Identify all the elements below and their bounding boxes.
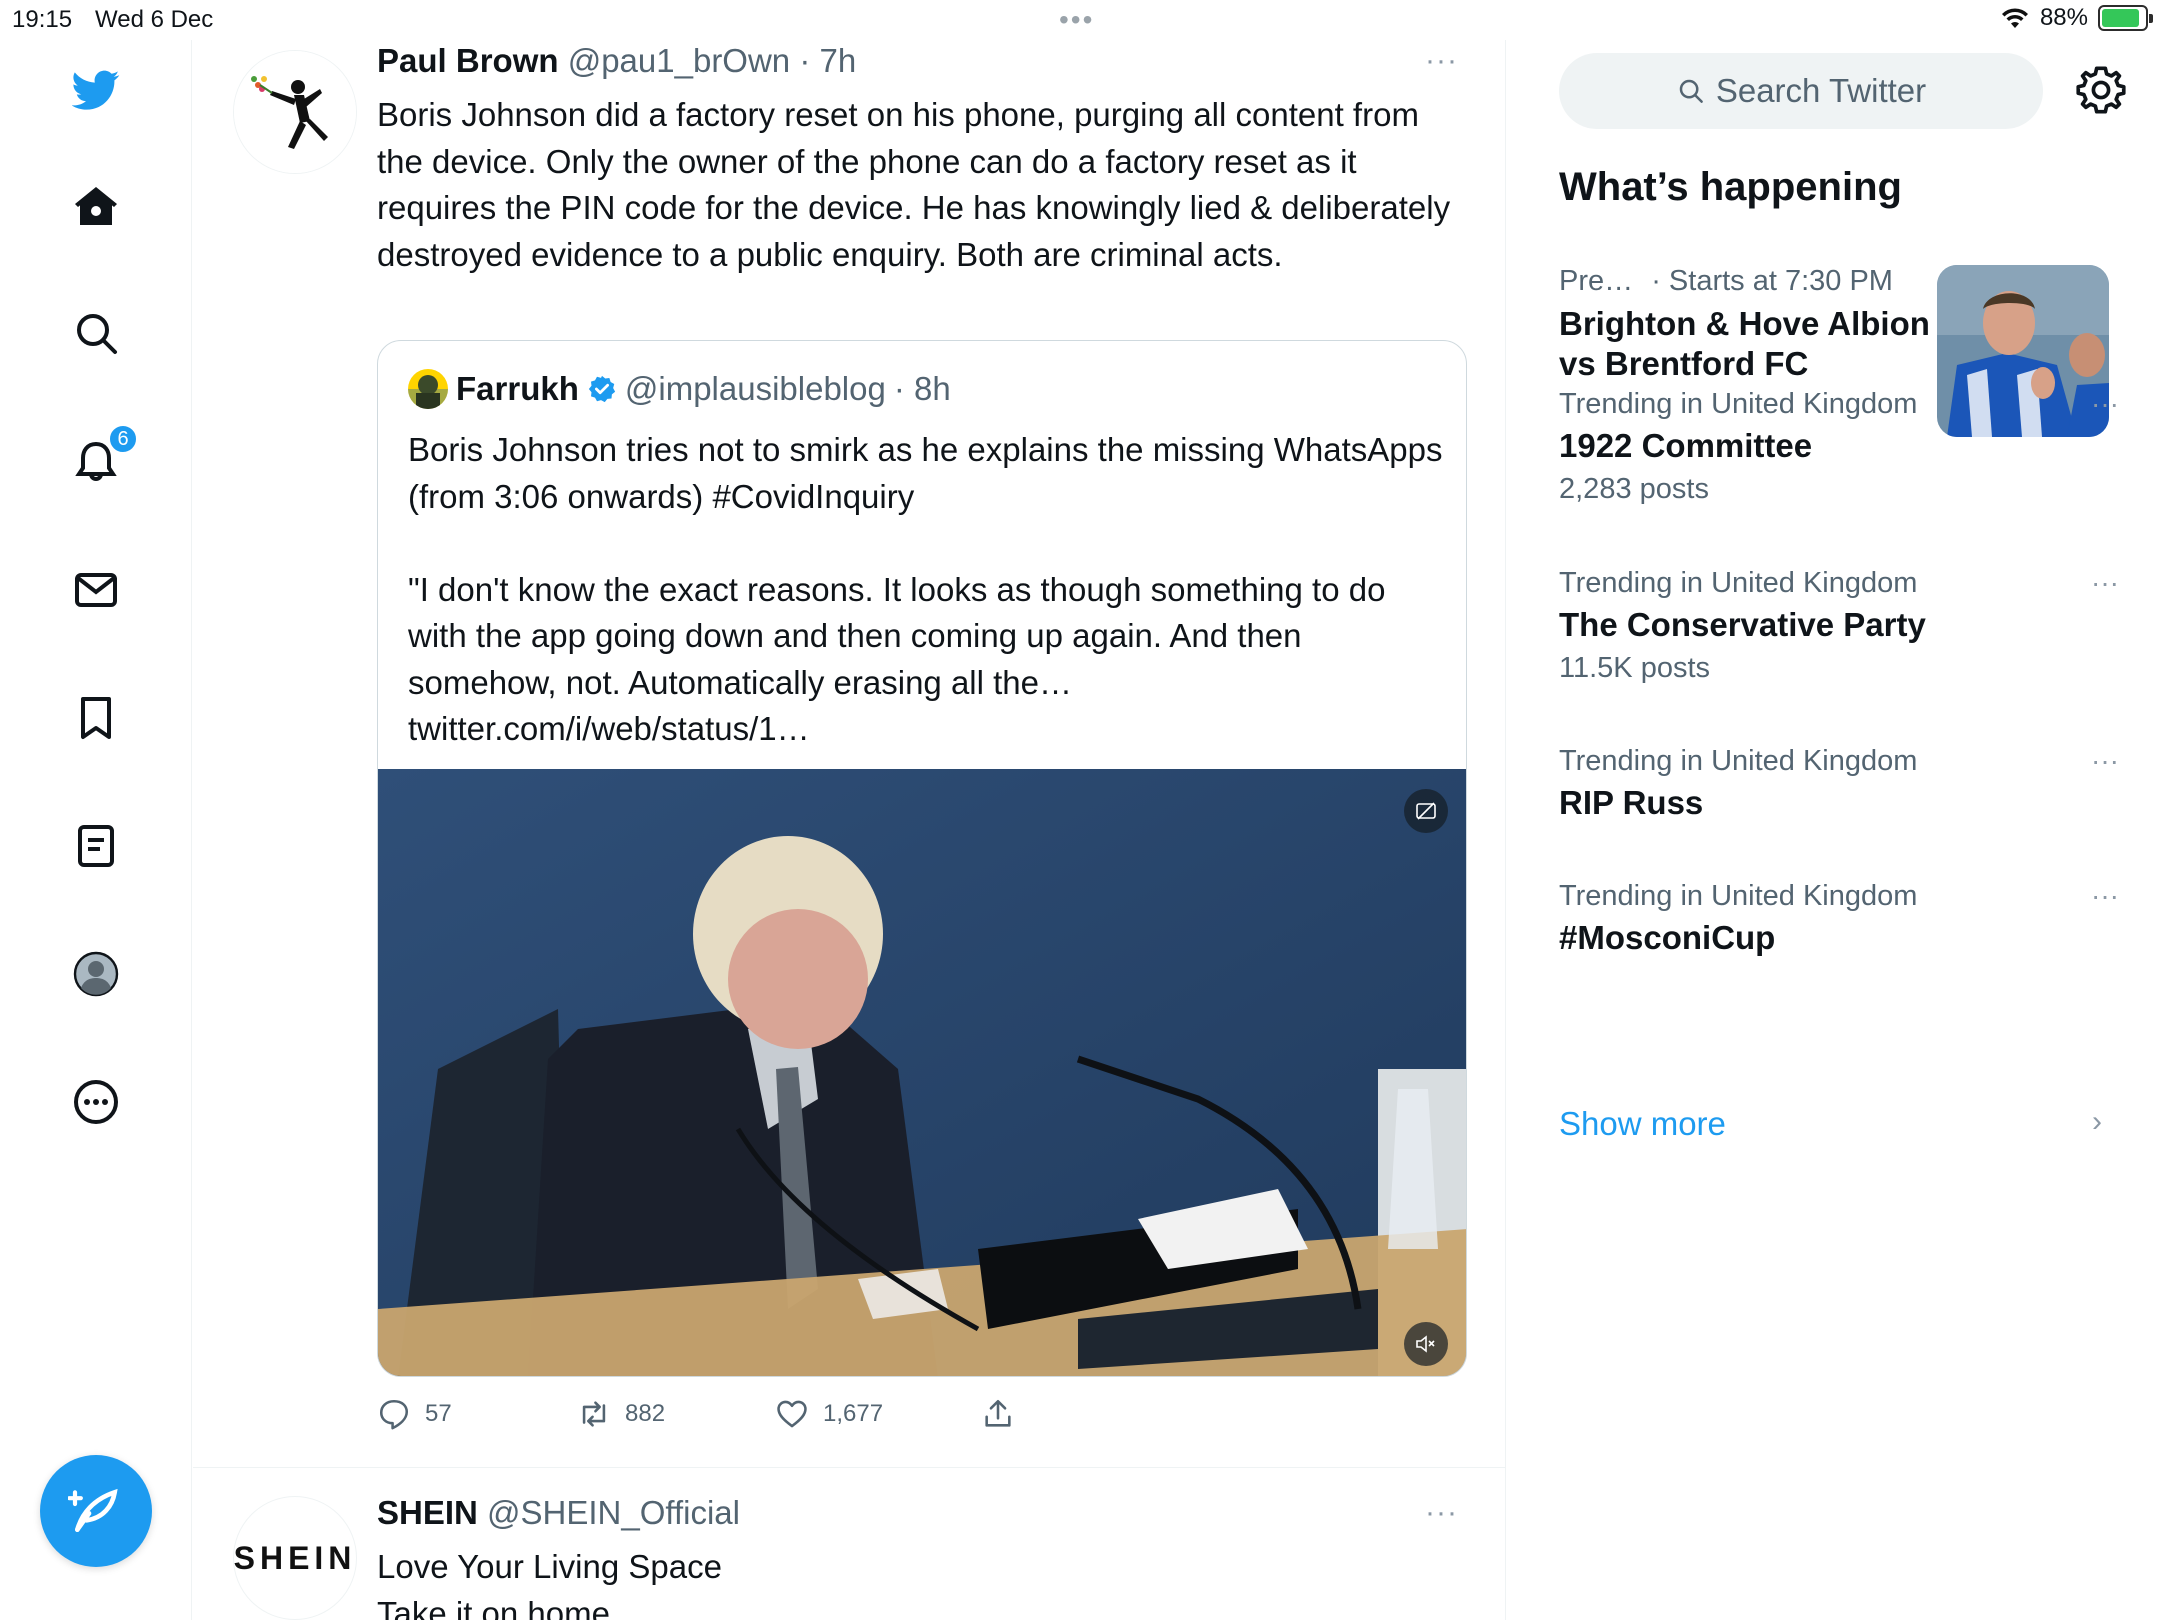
settings-gear-icon[interactable] [2075,64,2127,116]
search-icon[interactable] [66,303,126,363]
video-frame-image [378,769,1466,1376]
tweet-avatar[interactable] [233,50,357,174]
search-placeholder: Search Twitter [1715,72,1927,109]
heart-icon [777,1400,807,1428]
trend-item[interactable]: Trending in United Kingdom The Conservat… [1559,567,2119,685]
shein-logo: SHEIN [233,1539,357,1576]
trend-meta: Trending in United Kingdom [1559,567,1918,599]
show-more-link[interactable]: Show more [1559,1105,1726,1143]
like-count: 1,677 [823,1400,884,1427]
trend-title: 1922 Committee [1559,427,1813,464]
quote-avatar[interactable] [408,369,448,409]
trend-meta: Pre… · Starts at 7:30 PM [1559,265,1939,298]
retweet-icon [582,1401,606,1427]
left-nav: 6 [0,40,192,1620]
trend-more-button[interactable]: ··· [2091,880,2119,912]
tweet-more-button[interactable]: ··· [1425,1496,1458,1530]
author-handle[interactable]: @pau1_brOwn [568,42,790,79]
messages-icon[interactable] [66,560,126,620]
quote-author-handle[interactable]: @implausibleblog [625,370,886,408]
compose-feather-icon [68,1488,118,1532]
trend-item[interactable]: Pre… · Starts at 7:30 PM Brighton & Hove… [1559,265,1939,384]
tweet-header: Paul Brown @pau1_brOwn · 7h [377,42,856,80]
trend-start-time: · Starts at 7:30 PM [1651,265,1893,297]
wifi-icon [2001,8,2028,28]
compose-tweet-button[interactable] [40,1455,152,1567]
reply-icon [379,1399,409,1430]
trend-meta: Trending in United Kingdom [1559,880,1918,912]
notifications-badge: 6 [108,424,138,454]
timeline: Paul Brown @pau1_brOwn · 7h ··· Boris Jo… [193,40,1506,1620]
retweet-count: 882 [625,1400,666,1427]
status-bar: 19:15 Wed 6 Dec ••• 88% [0,0,2160,40]
status-date: Wed 6 Dec [95,6,214,33]
tweet-text: Love Your Living Space Take it on home [377,1548,722,1620]
tweet-more-button[interactable]: ··· [1425,44,1458,78]
search-input[interactable]: Search Twitter [1559,53,2043,129]
right-sidebar: Search Twitter What’s happening Pre… · S… [1507,40,2160,1620]
tweet-text: Boris Johnson did a factory reset on his… [377,96,1451,273]
tweet-header: SHEIN @SHEIN_Official [377,1494,740,1532]
trend-title: Brighton & Hove Albion vs Brentford FC [1559,305,1930,382]
tweet-actions: 57 882 1,677 [377,1397,1077,1437]
notifications-icon[interactable]: 6 [66,424,138,492]
quote-video[interactable] [378,769,1466,1376]
home-icon[interactable] [66,177,126,237]
trend-item[interactable]: Trending in United Kingdom 1922 Committe… [1559,388,2119,506]
search-icon [1679,79,1703,103]
no-captions-icon [1416,802,1436,820]
verified-badge-icon [588,375,615,403]
trend-title: The Conservative Party [1559,606,1926,643]
video-settings-button[interactable] [1404,789,1448,833]
chevron-right-icon[interactable]: › [2092,1105,2102,1139]
trend-meta: Trending in United Kingdom [1559,745,1918,777]
twitter-logo-icon[interactable] [66,60,126,120]
share-button[interactable] [981,1397,1015,1431]
quoted-tweet[interactable]: Farrukh @implausibleblog · 8h Boris John… [377,340,1467,1377]
author-name[interactable]: SHEIN [377,1494,478,1531]
quote-time[interactable]: · 8h [894,370,951,408]
lists-icon[interactable] [66,816,126,876]
flower-thrower-avatar-image [234,51,356,173]
status-right: 88% [2000,4,2153,32]
trend-post-count: 2,283 posts [1559,473,1709,505]
mute-icon [1416,1335,1435,1353]
more-icon[interactable] [66,1072,126,1132]
status-time: 19:15 [12,6,73,33]
bookmarks-icon[interactable] [66,688,126,748]
trend-item[interactable]: Trending in United Kingdom #MosconiCup ·… [1559,880,2119,957]
trend-item[interactable]: Trending in United Kingdom RIP Russ ··· [1559,745,2119,822]
author-handle[interactable]: @SHEIN_Official [487,1494,740,1531]
battery-percent: 88% [2039,4,2088,31]
trend-more-button[interactable]: ··· [2091,388,2119,420]
profile-avatar-icon[interactable] [66,944,126,1004]
trend-post-count: 11.5K posts [1559,652,1711,684]
quote-text: Boris Johnson tries not to smirk as he e… [408,431,1443,747]
trend-more-button[interactable]: ··· [2091,567,2119,599]
trend-category: Pre… [1559,265,1634,297]
tweet[interactable]: SHEIN SHEIN @SHEIN_Official ··· Love You… [193,1468,1506,1620]
reply-button[interactable]: 57 [377,1397,452,1431]
like-button[interactable]: 1,677 [775,1397,883,1431]
trend-title: RIP Russ [1559,784,1704,821]
trend-more-button[interactable]: ··· [2091,745,2119,777]
tweet-time[interactable]: · 7h [799,42,856,79]
quote-header: Farrukh @implausibleblog · 8h [408,369,951,409]
battery-icon [2098,5,2153,31]
multitasking-dots[interactable]: ••• [1059,4,1094,36]
retweet-button[interactable]: 882 [577,1397,665,1431]
tweet-avatar[interactable]: SHEIN [233,1496,357,1620]
quote-author-name[interactable]: Farrukh [456,370,579,408]
reply-count: 57 [425,1400,452,1427]
share-icon [985,1399,1011,1427]
trend-meta: Trending in United Kingdom [1559,388,1918,420]
trend-title: #MosconiCup [1559,919,1776,956]
author-name[interactable]: Paul Brown [377,42,559,79]
video-mute-button[interactable] [1404,1322,1448,1366]
whats-happening-heading: What’s happening [1559,165,1902,209]
tweet[interactable]: Paul Brown @pau1_brOwn · 7h ··· Boris Jo… [193,40,1506,1467]
